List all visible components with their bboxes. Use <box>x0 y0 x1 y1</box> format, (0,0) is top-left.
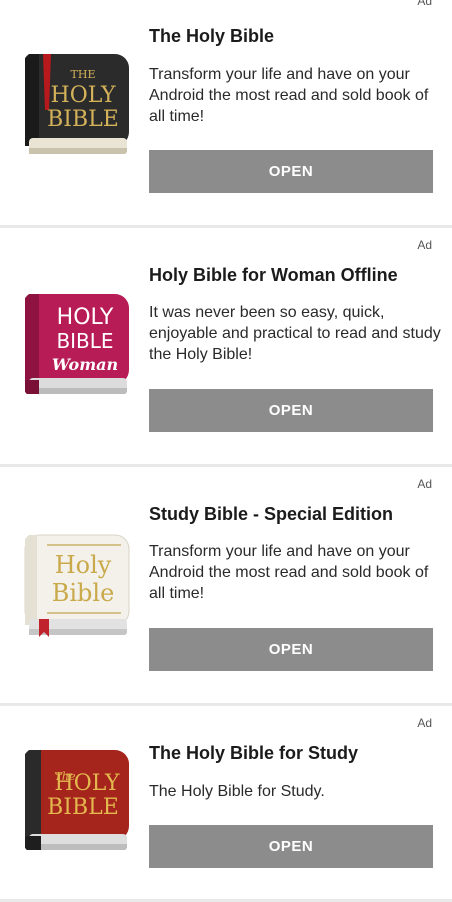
ad-card[interactable]: Ad THE HOLY BIBLE The Holy Bible Transfo… <box>0 0 452 228</box>
icon-text: HOLY <box>55 771 120 796</box>
open-button[interactable]: OPEN <box>149 150 433 193</box>
icon-text: HOLY <box>51 83 116 108</box>
ad-card[interactable]: Ad HOLY BIBLE Woman Holy Bible for Woman… <box>0 228 452 467</box>
icon-text: Woman <box>52 355 118 374</box>
icon-text: BIBLE <box>47 795 119 820</box>
holy-bible-red-book-icon[interactable]: The HOLY BIBLE <box>21 746 131 856</box>
study-bible-white-book-icon[interactable]: Holy Bible <box>21 531 131 641</box>
ad-title[interactable]: Holy Bible for Woman Offline <box>149 265 436 286</box>
icon-text: THE <box>71 68 96 81</box>
ad-description: Transform your life and have on your And… <box>149 543 429 602</box>
ad-title[interactable]: The Holy Bible <box>149 26 436 47</box>
ad-description: It was never been so easy, quick, enjoya… <box>149 304 441 363</box>
icon-text: Bible <box>52 579 115 607</box>
ad-badge: Ad <box>417 716 432 730</box>
holy-bible-woman-pink-book-icon[interactable]: HOLY BIBLE Woman <box>21 290 131 400</box>
icon-text: BIBLE <box>47 107 119 132</box>
open-button[interactable]: OPEN <box>149 628 433 671</box>
ad-badge: Ad <box>417 477 432 491</box>
ad-title[interactable]: The Holy Bible for Study <box>149 743 436 764</box>
icon-text: BIBLE <box>56 329 113 353</box>
icon-text: HOLY <box>57 305 114 330</box>
open-button[interactable]: OPEN <box>149 389 433 432</box>
icon-text: Holy <box>55 551 112 579</box>
open-button[interactable]: OPEN <box>149 825 433 868</box>
holy-bible-black-book-icon[interactable]: THE HOLY BIBLE <box>21 50 131 160</box>
ad-card[interactable]: Ad Holy Bible Study Bible - Special Edit… <box>0 467 452 706</box>
ad-description: The Holy Bible for Study. <box>149 783 325 800</box>
ad-badge: Ad <box>417 0 432 8</box>
ad-title[interactable]: Study Bible - Special Edition <box>149 504 436 525</box>
ad-badge: Ad <box>417 238 432 252</box>
ad-card[interactable]: Ad The HOLY BIBLE The Holy Bible for Stu… <box>0 706 452 902</box>
ad-description: Transform your life and have on your And… <box>149 66 429 125</box>
